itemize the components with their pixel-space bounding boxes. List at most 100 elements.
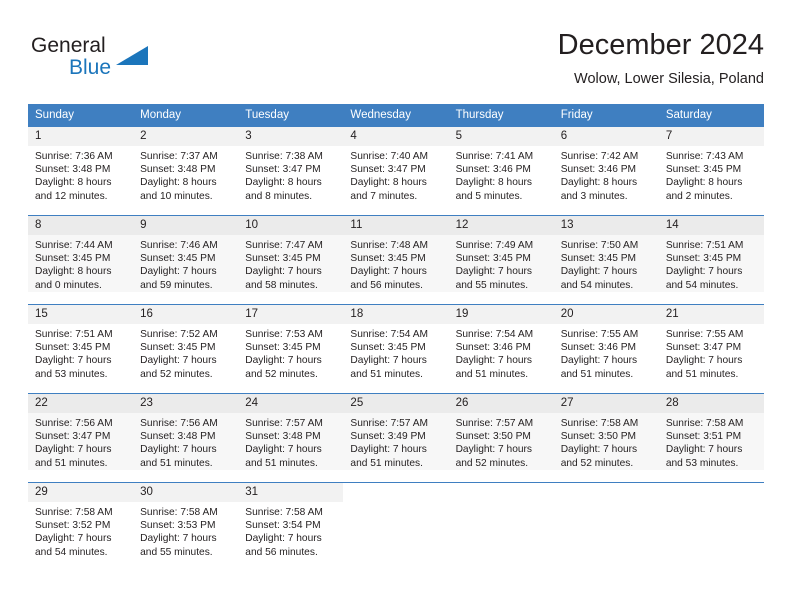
day-number: 1 — [28, 127, 134, 146]
sunrise-text: Sunrise: 7:38 AM — [245, 151, 323, 162]
day-cell[interactable]: 27 Sunrise: 7:58 AM Sunset: 3:50 PM Dayligh… — [553, 393, 659, 483]
daylight-text-line1: Daylight: 8 hours — [35, 266, 112, 278]
weekday-header-wednesday: Wednesday — [343, 104, 449, 127]
daylight-text-line1: Daylight: 7 hours — [665, 266, 743, 278]
day-info: Sunrise: 7:47 AM Sunset: 3:45 PM Daylight:… — [238, 235, 344, 292]
sunset-text: Sunset: 3:45 PM — [350, 342, 426, 354]
day-cell[interactable]: 5 Sunrise: 7:41 AM Sunset: 3:46 PM Daylight… — [448, 126, 554, 216]
daylight-text-line1: Daylight: 7 hours — [140, 444, 217, 456]
sunrise-text: Sunrise: 7:58 AM — [140, 507, 218, 518]
day-cell[interactable]: 31 Sunrise: 7:58 AM Sunset: 3:54 PM Dayligh… — [238, 482, 344, 571]
daylight-text-line1: Daylight: 7 hours — [245, 266, 322, 278]
day-cell[interactable]: 26 Sunrise: 7:57 AM Sunset: 3:50 PM Dayligh… — [448, 393, 554, 483]
sunset-text: Sunset: 3:45 PM — [665, 164, 742, 176]
day-info — [554, 502, 659, 506]
day-info: Sunrise: 7:56 AM Sunset: 3:48 PM Daylight:… — [133, 413, 239, 470]
sunset-text: Sunset: 3:45 PM — [35, 342, 111, 354]
day-number: 29 — [28, 483, 134, 502]
day-cell[interactable]: 7 Sunrise: 7:43 AM Sunset: 3:45 PM Daylight… — [658, 126, 764, 216]
day-number: 30 — [133, 483, 239, 502]
sunset-text: Sunset: 3:46 PM — [560, 164, 637, 176]
day-number: 28 — [658, 394, 764, 413]
day-info: Sunrise: 7:38 AM Sunset: 3:47 PM Daylight:… — [238, 146, 343, 203]
daylight-text-line1: Daylight: 7 hours — [350, 355, 427, 367]
sunrise-text: Sunrise: 7:57 AM — [455, 418, 534, 429]
day-cell[interactable]: 11 Sunrise: 7:48 AM Sunset: 3:45 PM Dayligh… — [343, 215, 449, 305]
day-cell[interactable]: 2 Sunrise: 7:37 AM Sunset: 3:48 PM Daylight… — [133, 126, 239, 216]
calendar-week-row: 8 Sunrise: 7:44 AM Sunset: 3:45 PM Daylight… — [28, 215, 764, 305]
day-cell-empty — [658, 482, 764, 571]
day-cell[interactable]: 20 Sunrise: 7:55 AM Sunset: 3:46 PM Dayligh… — [553, 304, 659, 394]
day-cell[interactable]: 19 Sunrise: 7:54 AM Sunset: 3:46 PM Dayligh… — [448, 304, 554, 394]
daylight-text-line2: and 58 minutes. — [245, 279, 318, 291]
day-cell[interactable]: 23 Sunrise: 7:56 AM Sunset: 3:48 PM Dayligh… — [133, 393, 239, 483]
day-cell[interactable]: 17 Sunrise: 7:53 AM Sunset: 3:45 PM Dayligh… — [238, 304, 344, 394]
daylight-text-line1: Daylight: 7 hours — [455, 266, 533, 278]
day-cell[interactable]: 16 Sunrise: 7:52 AM Sunset: 3:45 PM Dayligh… — [133, 304, 239, 394]
daylight-text-line2: and 8 minutes. — [245, 190, 313, 202]
daylight-text-line1: Daylight: 7 hours — [560, 355, 638, 367]
daylight-text-line2: and 51 minutes. — [245, 457, 318, 469]
sunset-text: Sunset: 3:45 PM — [140, 342, 216, 354]
page-title: December 2024 — [557, 29, 764, 61]
day-info: Sunrise: 7:46 AM Sunset: 3:45 PM Daylight:… — [133, 235, 239, 292]
day-info: Sunrise: 7:40 AM Sunset: 3:47 PM Daylight:… — [343, 146, 448, 203]
daylight-text-line2: and 51 minutes. — [560, 368, 634, 380]
day-cell[interactable]: 28 Sunrise: 7:58 AM Sunset: 3:51 PM Dayligh… — [658, 393, 764, 483]
day-cell[interactable]: 4 Sunrise: 7:40 AM Sunset: 3:47 PM Daylight… — [343, 126, 449, 216]
sunrise-text: Sunrise: 7:36 AM — [35, 151, 113, 162]
day-number: 15 — [28, 305, 134, 324]
sunrise-text: Sunrise: 7:52 AM — [140, 329, 218, 340]
daylight-text-line1: Daylight: 8 hours — [350, 177, 427, 189]
sunrise-text: Sunrise: 7:51 AM — [35, 329, 113, 340]
daylight-text-line1: Daylight: 7 hours — [140, 266, 217, 278]
daylight-text-line2: and 52 minutes. — [560, 457, 634, 469]
sunrise-text: Sunrise: 7:53 AM — [245, 329, 323, 340]
calendar-page: General Blue December 2024 Wolow, Lower … — [0, 0, 792, 612]
daylight-text-line1: Daylight: 7 hours — [560, 444, 638, 456]
brand-name-general: General — [31, 34, 106, 57]
day-cell[interactable]: 1 Sunrise: 7:36 AM Sunset: 3:48 PM Daylight… — [28, 126, 134, 216]
daylight-text-line1: Daylight: 7 hours — [245, 444, 322, 456]
sunrise-text: Sunrise: 7:58 AM — [245, 507, 323, 518]
day-cell[interactable]: 9 Sunrise: 7:46 AM Sunset: 3:45 PM Daylight… — [133, 215, 239, 305]
day-cell[interactable]: 6 Sunrise: 7:42 AM Sunset: 3:46 PM Daylight… — [553, 126, 659, 216]
sunrise-text: Sunrise: 7:37 AM — [140, 151, 218, 162]
sunset-text: Sunset: 3:48 PM — [245, 431, 321, 443]
sunrise-text: Sunrise: 7:54 AM — [455, 329, 534, 340]
day-info: Sunrise: 7:41 AM Sunset: 3:46 PM Daylight:… — [449, 146, 554, 203]
brand-logo[interactable]: General Blue — [31, 34, 211, 92]
sunset-text: Sunset: 3:47 PM — [665, 342, 742, 354]
sunset-text: Sunset: 3:45 PM — [455, 253, 531, 265]
daylight-text-line2: and 56 minutes. — [350, 279, 423, 291]
day-info: Sunrise: 7:55 AM Sunset: 3:46 PM Daylight:… — [554, 324, 659, 381]
day-cell[interactable]: 3 Sunrise: 7:38 AM Sunset: 3:47 PM Daylight… — [238, 126, 344, 216]
day-cell[interactable]: 10 Sunrise: 7:47 AM Sunset: 3:45 PM Dayligh… — [238, 215, 344, 305]
daylight-text-line1: Daylight: 7 hours — [35, 355, 112, 367]
day-info — [343, 502, 448, 506]
day-cell[interactable]: 8 Sunrise: 7:44 AM Sunset: 3:45 PM Daylight… — [28, 215, 134, 305]
daylight-text-line1: Daylight: 8 hours — [560, 177, 638, 189]
daylight-text-line2: and 51 minutes. — [35, 457, 108, 469]
calendar-table: Sunday Monday Tuesday Wednesday Thursday… — [28, 104, 764, 571]
day-cell[interactable]: 18 Sunrise: 7:54 AM Sunset: 3:45 PM Dayligh… — [343, 304, 449, 394]
day-number: 18 — [343, 305, 449, 324]
day-cell[interactable]: 15 Sunrise: 7:51 AM Sunset: 3:45 PM Dayligh… — [28, 304, 134, 394]
day-cell[interactable]: 14 Sunrise: 7:51 AM Sunset: 3:45 PM Dayligh… — [658, 215, 764, 305]
day-cell[interactable]: 22 Sunrise: 7:56 AM Sunset: 3:47 PM Dayligh… — [28, 393, 134, 483]
day-cell[interactable]: 29 Sunrise: 7:58 AM Sunset: 3:52 PM Dayligh… — [28, 482, 134, 571]
brand-name-blue: Blue — [69, 56, 112, 79]
sunset-text: Sunset: 3:45 PM — [140, 253, 216, 265]
day-info: Sunrise: 7:51 AM Sunset: 3:45 PM Daylight:… — [658, 235, 764, 292]
day-cell[interactable]: 30 Sunrise: 7:58 AM Sunset: 3:53 PM Dayligh… — [133, 482, 239, 571]
daylight-text-line2: and 53 minutes. — [665, 457, 739, 469]
day-info: Sunrise: 7:58 AM Sunset: 3:50 PM Daylight:… — [553, 413, 659, 470]
day-cell[interactable]: 25 Sunrise: 7:57 AM Sunset: 3:49 PM Dayligh… — [343, 393, 449, 483]
daylight-text-line2: and 51 minutes. — [350, 368, 423, 380]
sunrise-text: Sunrise: 7:44 AM — [35, 240, 113, 251]
day-info: Sunrise: 7:58 AM Sunset: 3:51 PM Daylight:… — [658, 413, 764, 470]
day-cell[interactable]: 12 Sunrise: 7:49 AM Sunset: 3:45 PM Dayligh… — [448, 215, 554, 305]
day-cell[interactable]: 21 Sunrise: 7:55 AM Sunset: 3:47 PM Dayligh… — [658, 304, 764, 394]
day-cell[interactable]: 24 Sunrise: 7:57 AM Sunset: 3:48 PM Dayligh… — [238, 393, 344, 483]
day-cell[interactable]: 13 Sunrise: 7:50 AM Sunset: 3:45 PM Dayligh… — [553, 215, 659, 305]
